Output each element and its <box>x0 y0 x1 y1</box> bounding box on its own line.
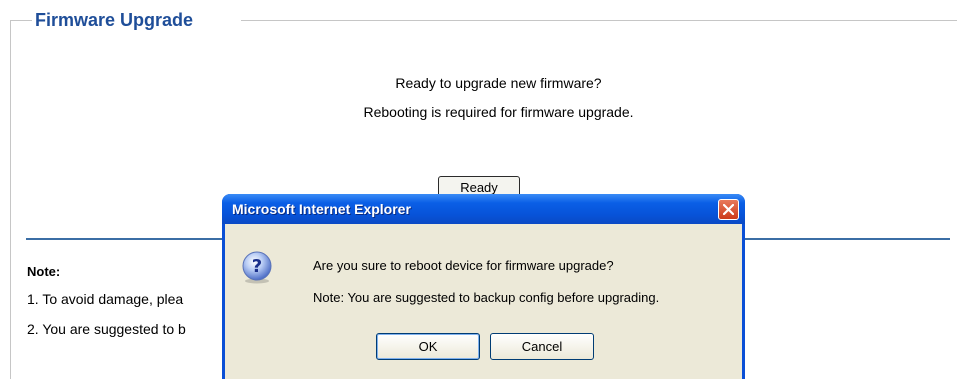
note-item: 2. You are suggested to b <box>27 321 186 337</box>
ready-message: Ready to upgrade new firmware? <box>395 75 602 91</box>
dialog-body: ? Are you sure to reboot device for firm… <box>225 224 742 379</box>
svg-text:?: ? <box>252 256 262 277</box>
frame-border-left <box>10 20 11 379</box>
reboot-required-message: Rebooting is required for firmware upgra… <box>363 104 634 120</box>
section-title: Firmware Upgrade <box>35 10 194 30</box>
frame-border-top-left <box>10 20 32 21</box>
question-icon: ? <box>242 251 272 284</box>
dialog-note: Note: You are suggested to backup config… <box>313 290 660 305</box>
dialog-title: Microsoft Internet Explorer <box>232 201 411 217</box>
ok-button[interactable]: OK <box>376 333 480 360</box>
dialog-titlebar[interactable]: Microsoft Internet Explorer <box>222 194 745 224</box>
note-item: 1. To avoid damage, plea <box>27 291 184 307</box>
confirm-dialog: Microsoft Internet Explorer ? Are you su… <box>222 194 745 379</box>
cancel-button[interactable]: Cancel <box>490 333 594 360</box>
close-button[interactable] <box>718 199 739 220</box>
frame-border-top-right <box>241 20 957 21</box>
dialog-question: Are you sure to reboot device for firmwa… <box>313 258 614 273</box>
close-icon <box>723 204 734 215</box>
note-title: Note: <box>27 264 61 279</box>
